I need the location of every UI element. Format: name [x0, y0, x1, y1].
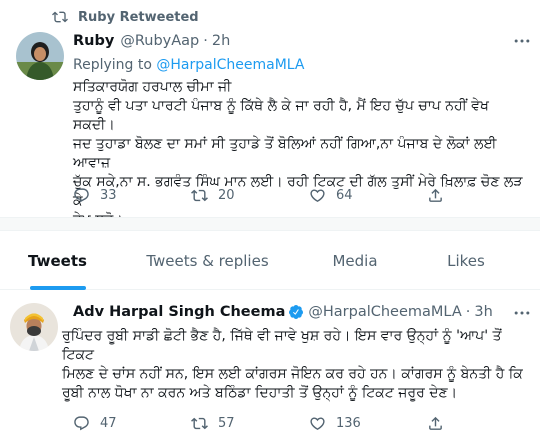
retweet-icon — [191, 417, 208, 430]
tab-likes[interactable]: Likes — [410, 232, 522, 290]
reply-button[interactable]: 33 — [73, 187, 191, 204]
reply-count: 47 — [100, 416, 117, 431]
reply-button[interactable]: 47 — [73, 415, 191, 432]
like-count: 64 — [336, 188, 353, 203]
reply-icon — [74, 188, 89, 203]
tweet-body: ਸਤਿਕਾਰਯੋਗ ਹਰਪਾਲ ਚੀਮਾ ਜੀ ਤੁਹਾਨੂੰ ਵੀ ਪਤਾ ਪ… — [73, 78, 533, 230]
author-name[interactable]: Adv Harpal Singh Cheema — [73, 304, 285, 320]
like-count: 136 — [336, 416, 361, 431]
replying-mention[interactable]: @HarpalCheemaMLA — [156, 57, 304, 73]
retweet-count: 57 — [218, 416, 235, 431]
active-tab-indicator — [29, 286, 86, 290]
share-button[interactable] — [427, 415, 454, 432]
reply-count: 33 — [100, 188, 117, 203]
profile-tabs: Tweets Tweets & replies Media Likes — [0, 232, 540, 290]
tweet-header: Ruby @RubyAap · 2h — [73, 33, 230, 49]
retweet-button[interactable]: 20 — [191, 187, 309, 204]
tweet-time[interactable]: 2h — [212, 33, 230, 49]
tweet-line: ਰੂਬੀ ਨਾਲ ਧੋਖਾ ਨਾ ਕਰਨ ਅਤੇ ਬਠਿੰਡਾ ਦਿਹਾਤੀ ਤ… — [62, 385, 458, 401]
retweeted-indicator: Ruby Retweeted — [52, 9, 199, 25]
tweet-header: Adv Harpal Singh Cheema @HarpalCheemaMLA… — [73, 304, 493, 320]
tab-label: Tweets — [28, 252, 87, 270]
author-handle[interactable]: @HarpalCheemaMLA — [308, 304, 461, 320]
more-icon[interactable] — [512, 303, 532, 323]
like-button[interactable]: 64 — [309, 187, 427, 204]
more-icon[interactable] — [512, 31, 532, 51]
replying-prefix: Replying to — [73, 57, 157, 73]
verified-badge-icon — [289, 305, 304, 319]
tab-media[interactable]: Media — [300, 232, 410, 290]
reply-icon — [74, 416, 89, 431]
avatar-ruby[interactable] — [16, 32, 64, 80]
tweet-line: ਮਿਲਣ ਦੇ ਚਾਂਸ ਨਹੀਂ ਸਨ, ਇਸ ਲਈ ਕਾਂਗਰਸ ਜੋਇਨ … — [62, 366, 523, 382]
tab-tweets[interactable]: Tweets — [0, 232, 115, 290]
tweet-line: ਤੁਹਾਨੂੰ ਵੀ ਪਤਾ ਪਾਰਟੀ ਪੰਜਾਬ ਨੂੰ ਕਿੱਥੇ ਲੈ … — [73, 98, 489, 133]
tweet-line: ਸਤਿਕਾਰਯੋਗ ਹਰਪਾਲ ਚੀਮਾ ਜੀ — [73, 79, 232, 95]
tab-tweets-replies[interactable]: Tweets & replies — [115, 232, 300, 290]
tweet-line: ਜਦ ਤੁਹਾਡਾ ਬੋਲਣ ਦਾ ਸਮਾਂ ਸੀ ਤੁਹਾਡੇ ਤੋਂ ਬੋਲ… — [73, 136, 497, 171]
tab-label: Media — [332, 252, 378, 270]
tweet-body: ਰੁਪਿੰਦਰ ਰੂਬੀ ਸਾਡੀ ਛੋਟੀ ਭੈਣ ਹੈ, ਜਿੱਥੇ ਵੀ … — [62, 327, 534, 403]
share-icon — [429, 416, 442, 430]
tweet-actions: 33 20 64 — [73, 187, 513, 204]
tab-label: Likes — [447, 252, 485, 270]
heart-icon — [310, 417, 325, 430]
author-name[interactable]: Ruby — [73, 33, 114, 49]
replying-to: Replying to @HarpalCheemaMLA — [73, 57, 304, 73]
tweet-actions: 47 57 136 — [73, 415, 513, 432]
tweet-ruby[interactable]: Ruby Retweeted Ruby @RubyAap · 2h Replyi… — [0, 0, 540, 228]
tweet-harpal[interactable]: Adv Harpal Singh Cheema @HarpalCheemaMLA… — [0, 291, 540, 448]
retweet-icon — [52, 11, 68, 23]
like-button[interactable]: 136 — [309, 415, 427, 432]
section-divider — [0, 217, 540, 231]
share-button[interactable] — [427, 187, 454, 204]
author-handle[interactable]: @RubyAap — [120, 33, 199, 49]
heart-icon — [310, 189, 325, 202]
retweet-icon — [191, 189, 208, 202]
share-icon — [429, 188, 442, 202]
retweet-button[interactable]: 57 — [191, 415, 309, 432]
avatar-harpal[interactable] — [10, 303, 58, 351]
retweeted-label: Ruby Retweeted — [78, 9, 199, 25]
tab-label: Tweets & replies — [146, 252, 269, 270]
separator-dot: · — [465, 304, 471, 320]
separator-dot: · — [203, 33, 208, 49]
tweet-time[interactable]: 3h — [474, 304, 492, 320]
retweet-count: 20 — [218, 188, 235, 203]
tweet-line: ਰੁਪਿੰਦਰ ਰੂਬੀ ਸਾਡੀ ਛੋਟੀ ਭੈਣ ਹੈ, ਜਿੱਥੇ ਵੀ … — [62, 328, 502, 363]
